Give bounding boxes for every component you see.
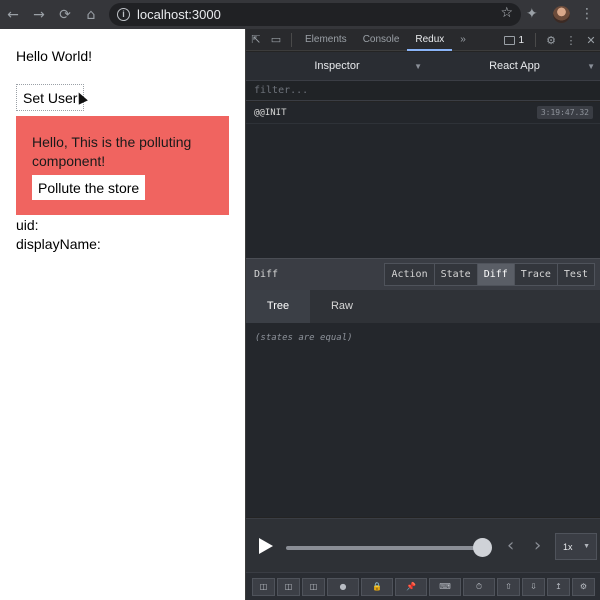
dock-left-icon[interactable]: ◫	[252, 577, 275, 596]
devtools-tab-bar: ⇱ ▭ Elements Console Redux » 1 ⚙ ⋮ ✕	[246, 29, 600, 51]
import-icon[interactable]: ⇩	[522, 577, 545, 596]
pollute-store-button[interactable]: Pollute the store	[32, 175, 146, 200]
devtools-button-bar: ◫ ◫ ◫ ● 🔒 📌 ⌨ ⏱ ⇧ ⇩ ↥ ⚙	[246, 572, 600, 600]
settings-gear-icon[interactable]: ⚙	[541, 29, 561, 51]
monitor-select-label: Inspector	[314, 60, 360, 72]
slider-handle[interactable]	[473, 538, 492, 557]
timeline-slider[interactable]	[286, 546, 482, 550]
tab-raw[interactable]: Raw	[310, 290, 374, 323]
tab-redux[interactable]: Redux	[407, 29, 453, 51]
divider	[535, 33, 536, 47]
play-icon[interactable]	[259, 538, 273, 554]
display-name-label: displayName:	[16, 236, 101, 252]
chevron-left-icon[interactable]: ‹	[507, 535, 514, 556]
diff-message: (states are equal)	[255, 333, 353, 343]
divider	[291, 32, 292, 47]
message-count-badge[interactable]: 1	[498, 35, 530, 46]
reload-icon[interactable]: ⟳	[52, 0, 78, 29]
view-tab-bar: Tree Raw	[246, 290, 600, 323]
devtools-menu-icon[interactable]: ⋮	[561, 29, 581, 51]
chevron-down-icon: ▼	[414, 61, 422, 71]
message-icon	[504, 35, 516, 45]
speed-select[interactable]: 1x ▼	[555, 533, 597, 560]
device-toggle-icon[interactable]: ▭	[266, 29, 286, 51]
panel-title: Diff	[254, 269, 279, 280]
polluting-component: Hello, This is the polluting component! …	[16, 116, 229, 215]
playback-controls: ‹ › 1x ▼	[246, 518, 600, 572]
dock-bottom-icon[interactable]: ◫	[302, 577, 325, 596]
tab-action[interactable]: Action	[385, 264, 434, 285]
forward-arrow-icon[interactable]: →	[26, 0, 52, 29]
uid-label: uid:	[16, 217, 39, 233]
remote-icon[interactable]: ↥	[547, 577, 570, 596]
close-icon[interactable]: ✕	[581, 29, 600, 51]
home-icon[interactable]: ⌂	[78, 0, 104, 29]
chevron-down-icon: ▼	[583, 543, 590, 550]
action-name: @@INIT	[254, 107, 287, 118]
tab-tree[interactable]: Tree	[246, 290, 310, 323]
url-text[interactable]: localhost:3000	[137, 7, 221, 22]
chevron-right-icon[interactable]: ›	[534, 535, 541, 556]
tab-diff[interactable]: Diff	[476, 264, 514, 285]
lock-icon[interactable]: 🔒	[361, 577, 393, 596]
browser-menu-icon[interactable]: ⋮	[580, 6, 594, 22]
message-count: 1	[518, 34, 524, 46]
tab-test[interactable]: Test	[556, 264, 594, 285]
greeting-text: Hello World!	[16, 48, 92, 64]
pin-icon[interactable]: 📌	[395, 577, 427, 596]
diff-content: (states are equal)	[246, 323, 600, 517]
dock-right-icon[interactable]: ◫	[277, 577, 300, 596]
speed-value: 1x	[563, 541, 573, 552]
instance-select-label: React App	[489, 60, 540, 72]
export-icon[interactable]: ⇧	[497, 577, 520, 596]
action-list: @@INIT 3:19:47.32	[246, 102, 600, 258]
pause-recording-icon[interactable]: ●	[327, 577, 359, 596]
timer-icon[interactable]: ⏱	[463, 577, 495, 596]
redux-header: Inspector ▼ React App ▼	[246, 52, 600, 81]
monitor-tab-bar: Diff Action State Diff Trace Test	[246, 258, 600, 290]
devtools-panel: ⇱ ▭ Elements Console Redux » 1 ⚙ ⋮ ✕ Ins…	[245, 29, 600, 600]
monitor-select[interactable]: Inspector ▼	[246, 52, 428, 81]
more-tabs-chevron-icon[interactable]: »	[452, 29, 474, 51]
tab-state[interactable]: State	[433, 264, 477, 285]
tab-console[interactable]: Console	[355, 29, 408, 51]
page-viewport: Hello World! Set User Hello, This is the…	[0, 29, 245, 600]
profile-avatar[interactable]	[553, 6, 570, 23]
instance-select[interactable]: React App ▼	[428, 52, 600, 81]
tab-elements[interactable]: Elements	[297, 29, 355, 51]
monitor-tabs: Action State Diff Trace Test	[384, 263, 595, 286]
set-user-button[interactable]: Set User	[16, 84, 85, 111]
settings-gear-icon[interactable]: ⚙	[572, 577, 595, 596]
action-timestamp: 3:19:47.32	[536, 106, 593, 119]
browser-toolbar: ← → ⟳ ⌂ i localhost:3000 ☆ ✦ ⋮	[0, 0, 600, 29]
bookmark-star-icon[interactable]: ☆	[500, 5, 513, 21]
address-bar[interactable]: i localhost:3000 ☆	[109, 3, 521, 26]
chevron-down-icon: ▼	[587, 61, 595, 71]
tab-trace[interactable]: Trace	[513, 264, 557, 285]
element-picker-icon[interactable]: ⇱	[246, 29, 266, 51]
action-filter-input[interactable]: filter...	[246, 81, 600, 101]
back-arrow-icon[interactable]: ←	[0, 0, 26, 29]
site-info-icon[interactable]: i	[117, 8, 130, 21]
keyboard-icon[interactable]: ⌨	[429, 577, 461, 596]
polluter-message: Hello, This is the polluting component!	[32, 134, 192, 169]
extensions-puzzle-icon[interactable]: ✦	[526, 6, 538, 22]
list-item[interactable]: @@INIT 3:19:47.32	[246, 102, 600, 124]
